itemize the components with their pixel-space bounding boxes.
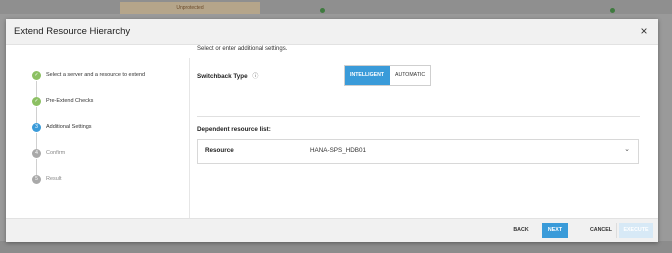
- step-number-icon: 3: [32, 123, 41, 132]
- close-icon[interactable]: ×: [638, 24, 650, 38]
- switchback-type-label: Switchback Type ⓘ: [197, 71, 258, 80]
- background-footer: [0, 241, 672, 253]
- next-button[interactable]: NEXT: [542, 223, 568, 238]
- settings-intro: Select or enter additional settings.: [197, 46, 288, 52]
- info-icon[interactable]: ⓘ: [252, 71, 258, 80]
- cancel-button[interactable]: CANCEL: [586, 223, 617, 238]
- step-number-icon: 4: [32, 149, 41, 158]
- check-icon: ✓: [32, 97, 41, 106]
- step-label: Confirm: [46, 150, 66, 156]
- background-header-strip: [0, 0, 672, 14]
- step-connector: [36, 81, 37, 97]
- chevron-down-icon[interactable]: ⌄: [624, 145, 630, 153]
- back-button[interactable]: BACK: [508, 223, 534, 238]
- step-connector: [36, 107, 37, 123]
- intelligent-option[interactable]: INTELLIGENT: [345, 66, 391, 85]
- dialog-header: Extend Resource Hierarchy ×: [6, 19, 658, 45]
- step-label: Additional Settings: [46, 124, 92, 130]
- switchback-label-text: Switchback Type: [197, 73, 248, 80]
- check-icon: ✓: [32, 71, 41, 80]
- execute-button[interactable]: EXECUTE: [619, 223, 653, 238]
- step-label: Result: [46, 176, 62, 182]
- step-label: Pre-Extend Checks: [46, 98, 94, 104]
- resource-key: Resource: [205, 147, 234, 154]
- resource-value: HANA-SPS_HDB01: [310, 147, 366, 154]
- background-status-dot: [610, 8, 615, 13]
- dependent-resource-label: Dependent resource list:: [197, 126, 271, 133]
- step-label: Select a server and a resource to extend: [46, 72, 146, 78]
- step-connector: [36, 159, 37, 175]
- dialog-title: Extend Resource Hierarchy: [14, 26, 131, 37]
- step-connector: [36, 133, 37, 149]
- step-number-icon: 5: [32, 175, 41, 184]
- background-status-dot: [320, 8, 325, 13]
- vertical-divider: [189, 58, 190, 223]
- switchback-type-toggle: INTELLIGENT AUTOMATIC: [344, 65, 432, 86]
- resource-row[interactable]: Resource HANA-SPS_HDB01 ⌄: [197, 139, 639, 164]
- automatic-option[interactable]: AUTOMATIC: [390, 66, 431, 85]
- section-divider: [197, 116, 640, 117]
- background-warning-badge: Unprotected: [120, 2, 260, 14]
- extend-resource-dialog: Extend Resource Hierarchy × ✓ Select a s…: [6, 19, 658, 242]
- dialog-footer: BACK NEXT CANCEL EXECUTE: [6, 218, 658, 242]
